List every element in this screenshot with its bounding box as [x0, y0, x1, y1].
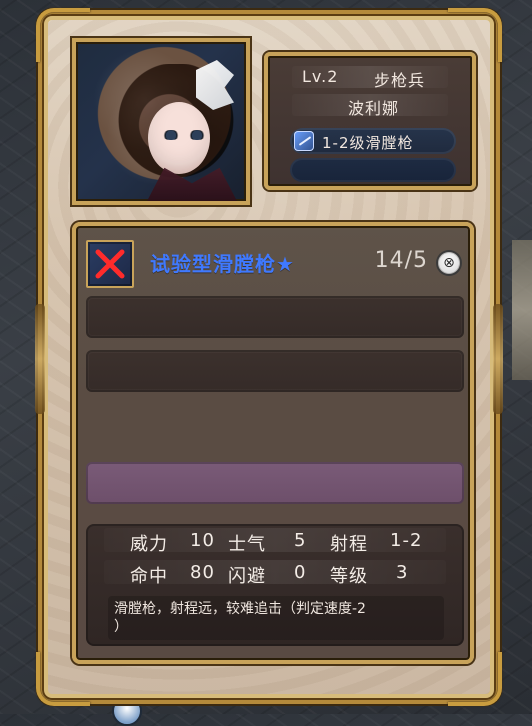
close-icon-glyph: ⊗: [443, 255, 455, 271]
stats-row-1: 威力 10 士气 5 射程 1-2: [104, 528, 446, 555]
stat-label-morale: 士气: [228, 534, 266, 555]
equipment-header: 试验型滑膛枪★ 14/5 ⊗: [86, 240, 468, 288]
stat-label-accuracy: 命中: [130, 566, 168, 587]
stat-label-power: 威力: [130, 534, 168, 555]
equipment-stats-box: 威力 10 士气 5 射程 1-2 命中 80 闪避 0 等级 3 滑膛枪，射程…: [86, 524, 464, 646]
portrait-eye-right: [188, 130, 206, 140]
stat-label-evasion: 闪避: [228, 566, 266, 587]
stat-label-range: 射程: [330, 534, 368, 555]
x-mark-icon: [86, 240, 134, 288]
portrait-eye-left: [162, 130, 180, 140]
empty-equipment-slot[interactable]: [86, 296, 464, 338]
selected-slot-bar[interactable]: [86, 462, 464, 504]
character-portrait: [72, 38, 250, 205]
character-level: Lv.2: [302, 67, 339, 86]
weapon-pill: 1-2级滑膛枪: [290, 128, 456, 154]
musket-icon: [294, 131, 314, 151]
frame-side-rail-left: [35, 304, 45, 414]
frame-side-rail-right: [493, 304, 503, 414]
stat-value-range: 1-2: [390, 530, 423, 551]
stat-value-morale: 5: [294, 530, 307, 551]
stat-value-accuracy: 80: [190, 562, 215, 583]
stat-value-grade: 3: [396, 562, 409, 583]
background-edge-decoration: [512, 240, 532, 380]
character-class: 步枪兵: [374, 71, 426, 90]
stat-label-grade: 等级: [330, 566, 368, 587]
weapon-label: 1-2级滑膛枪: [322, 134, 414, 152]
equipment-count: 14/5: [374, 248, 428, 273]
equipment-name[interactable]: 试验型滑膛枪★: [150, 248, 295, 277]
empty-info-slot: [290, 158, 456, 182]
equipment-description-box: 滑膛枪，射程远，较难追击（判定速度-2 ）: [108, 596, 444, 640]
stats-row-2: 命中 80 闪避 0 等级 3: [104, 560, 446, 587]
equipment-description: 滑膛枪，射程远，较难追击（判定速度-2 ）: [114, 601, 366, 635]
character-name: 波利娜: [348, 99, 400, 118]
close-icon[interactable]: ⊗: [438, 252, 460, 274]
stat-value-evasion: 0: [294, 562, 307, 583]
character-info-box: Lv.2 步枪兵 波利娜 1-2级滑膛枪: [264, 52, 476, 190]
empty-equipment-slot[interactable]: [86, 350, 464, 392]
equipment-panel: 试验型滑膛枪★ 14/5 ⊗ 威力 10 士气 5 射程 1-2 命中 80 闪…: [72, 222, 474, 664]
stat-value-power: 10: [190, 530, 215, 551]
